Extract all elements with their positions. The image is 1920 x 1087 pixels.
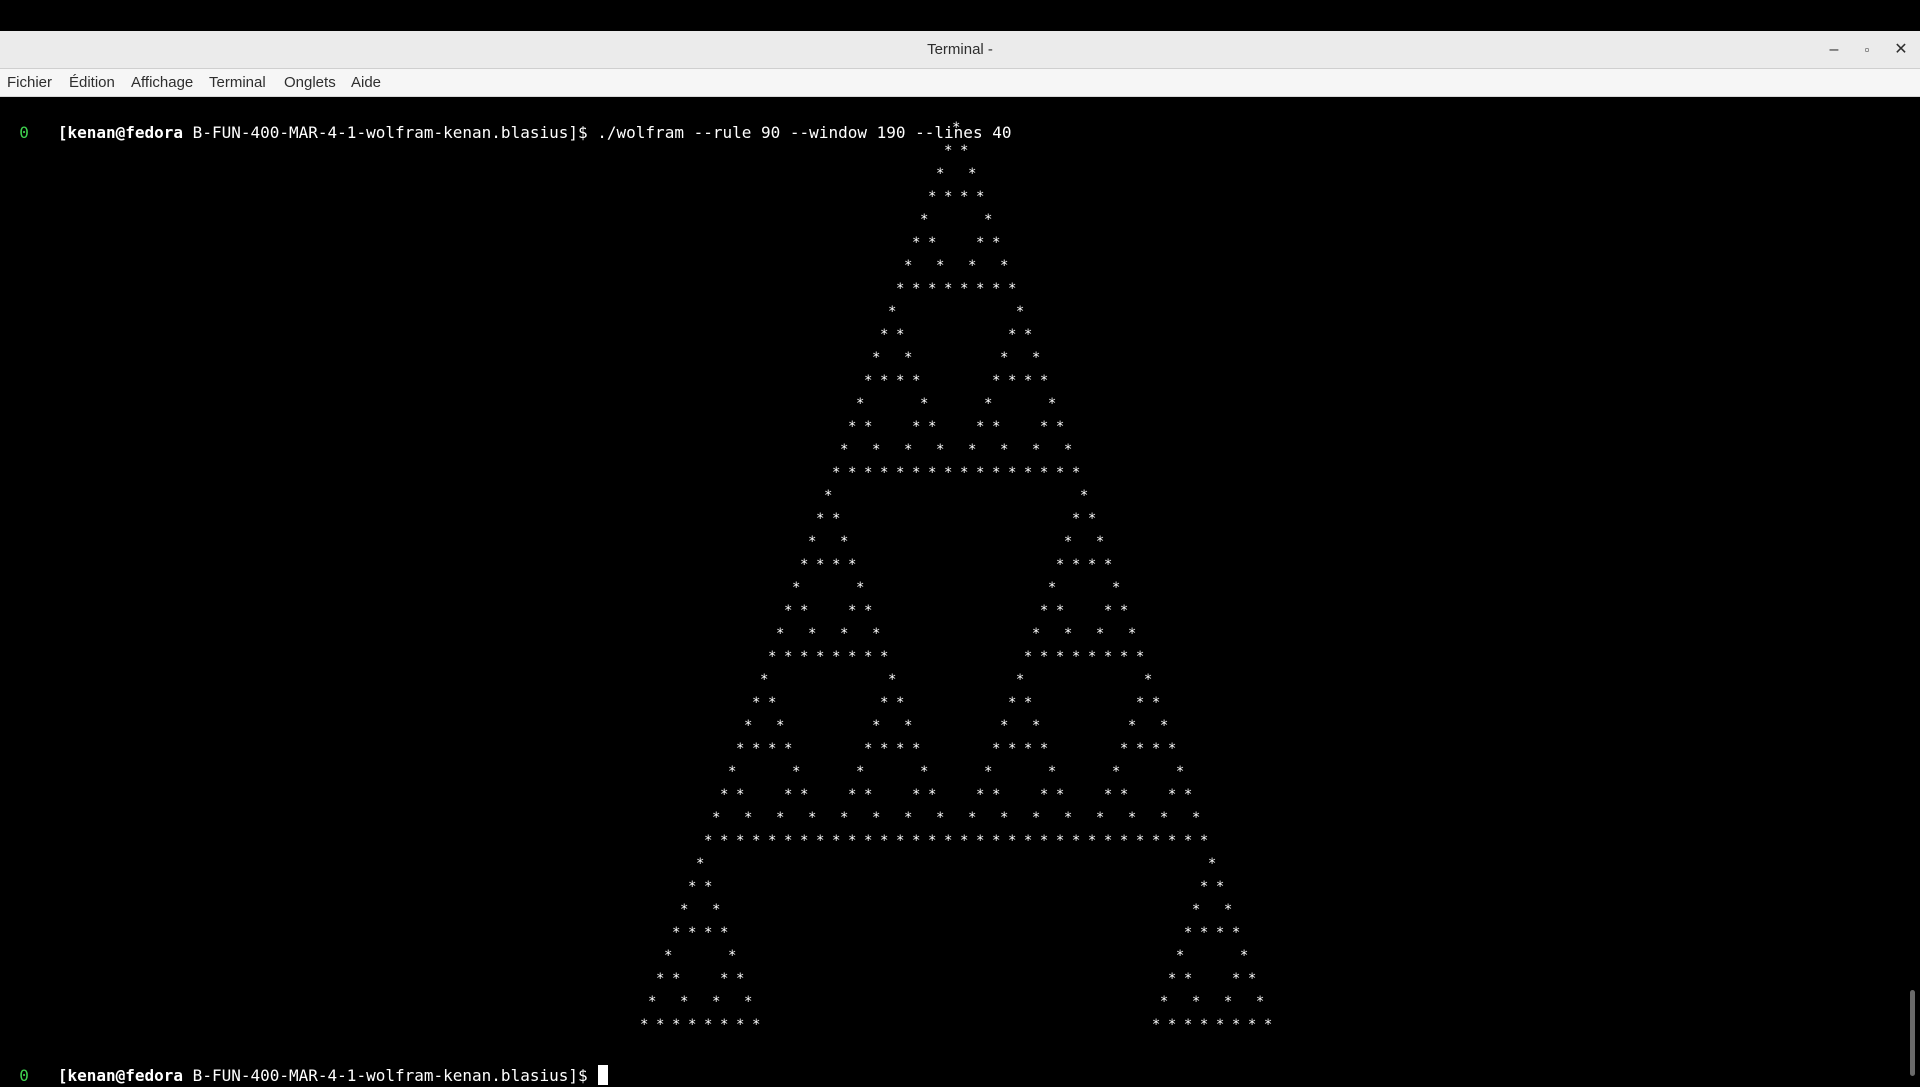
output-row: * * * * * * * * [624,442,1288,458]
output-row: * * [624,212,1288,228]
exit-status: 0 [19,1066,29,1085]
output-row: * * * * [624,327,1288,343]
output-row: * * * * * * * * [624,971,1288,987]
output-row: * * * * * * * * [624,925,1288,941]
output-row: * * * * * * * * * * * * * * * * * * * * … [624,833,1288,849]
output-row: * * * * * * * * [624,373,1288,389]
output-row: * * [624,304,1288,320]
output-row: * * * * * * * * [624,764,1288,780]
output-row: * * * * * * * * [624,695,1288,711]
output-row: * * * * * * * * * * * * * * * * [624,465,1288,481]
maximize-icon[interactable]: ▫ [1855,38,1879,62]
minimize-icon[interactable]: – [1822,38,1846,62]
output-row: * * * * [624,396,1288,412]
menu-aide[interactable]: Aide [351,69,381,96]
top-bar [0,0,1920,31]
output-row: * * * * * * * * [624,994,1288,1010]
menu-affichage[interactable]: Affichage [131,69,193,96]
output-row: * [624,120,1288,136]
output-row: * * * * * * * * [624,718,1288,734]
menu-edition[interactable]: Édition [69,69,115,96]
output-row: * * * * * * * * [624,557,1288,573]
output-row: * * * * * * * * [624,603,1288,619]
output-row: * * * * [624,672,1288,688]
output-row: * * * * * * * * [624,626,1288,642]
output-row: * * * * * * * * * * * * * * * * [624,787,1288,803]
output-row: * * * * * * * * * * * * * * * * [624,741,1288,757]
output-row: * * * * [624,879,1288,895]
output-row: * * * * * * * * [624,281,1288,297]
output-row: * * * * [624,948,1288,964]
window-title: Terminal - [927,41,993,58]
output-row: * * * * [624,258,1288,274]
wolfram-output: * * * * * * * * * * * * * * * * * * * * … [0,117,1288,1037]
output-row: * * * * [624,511,1288,527]
window-titlebar: Terminal - – ▫ ✕ [0,31,1920,69]
close-icon[interactable]: ✕ [1889,38,1913,62]
terminal-cursor[interactable] [597,1065,608,1085]
output-row: * * * * [624,534,1288,550]
menu-onglets[interactable]: Onglets [284,69,336,96]
output-row: * * [624,488,1288,504]
output-row: * * [624,166,1288,182]
output-row: * * * * [624,902,1288,918]
output-row: * * * * * * * * * * * * * * * * [624,810,1288,826]
output-row: * * [624,143,1288,159]
menu-bar: Fichier Édition Affichage Terminal Ongle… [0,69,1920,97]
output-row: * * * * * * * * * * * * * * * * [624,649,1288,665]
scrollbar[interactable] [1905,97,1920,1080]
output-row: * * * * [624,189,1288,205]
prompt-line-2: 0 [kenan@fedora B-FUN-400-MAR-4-1-wolfra… [0,1041,608,1085]
output-row: * * * * * * * * [624,419,1288,435]
output-row: * * * * [624,350,1288,366]
output-row: * * * * * * * * * * * * * * * * [624,1017,1288,1033]
output-row: * * [624,856,1288,872]
menu-fichier[interactable]: Fichier [7,69,52,96]
prompt-dir: B-FUN-400-MAR-4-1-wolfram-kenan.blasius]… [183,1066,588,1085]
scrollbar-thumb[interactable] [1910,990,1915,1076]
menu-terminal[interactable]: Terminal [209,69,266,96]
output-row: * * * * [624,580,1288,596]
prompt-user: [kenan@fedora [57,1066,184,1085]
output-row: * * * * [624,235,1288,251]
